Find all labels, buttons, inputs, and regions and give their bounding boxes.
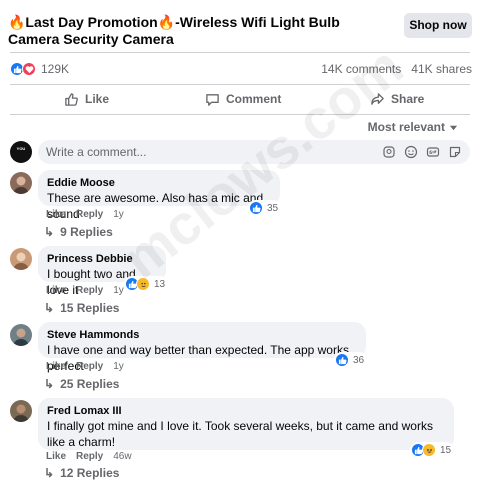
comment-reactions[interactable]: 36 bbox=[334, 352, 368, 368]
haha-reaction-icon bbox=[422, 443, 436, 457]
caret-down-icon bbox=[449, 125, 458, 130]
comment-like-link[interactable]: Like bbox=[46, 361, 66, 372]
view-replies-button[interactable]: ↳ 25 Replies bbox=[44, 377, 119, 391]
replies-count: 9 Replies bbox=[60, 225, 113, 239]
comment-timestamp[interactable]: 1y bbox=[113, 209, 124, 220]
comment-button[interactable]: Comment bbox=[205, 86, 281, 112]
comment-reply-link[interactable]: Reply bbox=[76, 361, 103, 372]
comment-label: Comment bbox=[226, 92, 282, 106]
shares-count[interactable]: 41K shares bbox=[411, 62, 472, 76]
comment-like-link[interactable]: Like bbox=[46, 209, 66, 220]
post-action-bar: Like Comment Share bbox=[10, 86, 470, 112]
comment-author[interactable]: Steve Hammonds bbox=[47, 328, 357, 342]
like-button[interactable]: Like bbox=[64, 86, 109, 112]
reaction-count: 35 bbox=[267, 202, 279, 214]
share-button[interactable]: Share bbox=[370, 86, 424, 112]
comment-bubble-icon bbox=[206, 93, 219, 106]
comment-reply-link[interactable]: Reply bbox=[76, 209, 103, 220]
sort-dropdown[interactable]: Most relevant bbox=[368, 120, 458, 134]
reaction-count[interactable]: 129K bbox=[41, 62, 69, 76]
comment-meta: Like Reply 46w bbox=[46, 451, 132, 462]
comment-author[interactable]: Fred Lomax III bbox=[47, 404, 445, 418]
comment-meta: Like Reply 1y bbox=[46, 361, 124, 372]
commenter-avatar[interactable] bbox=[10, 324, 32, 346]
comment-composer bbox=[38, 140, 470, 164]
sort-label: Most relevant bbox=[367, 120, 445, 134]
comment-timestamp[interactable]: 1y bbox=[113, 285, 124, 296]
comment-bubble: Steve Hammonds I have one and way better… bbox=[38, 322, 366, 373]
replies-count: 15 Replies bbox=[60, 301, 120, 315]
reply-arrow-icon: ↳ bbox=[44, 301, 55, 315]
emoji-icon[interactable] bbox=[404, 145, 418, 159]
comment-meta: Like Reply 1y bbox=[46, 285, 124, 296]
reaction-count: 36 bbox=[353, 354, 365, 366]
love-reaction-icon bbox=[22, 62, 36, 76]
comment-bubble: Eddie Moose These are awesome. Also has … bbox=[38, 170, 280, 221]
comment-meta: Like Reply 1y bbox=[46, 209, 124, 220]
comment-author[interactable]: Princess Debbie bbox=[47, 252, 157, 266]
like-reaction-icon bbox=[249, 201, 263, 215]
reaction-count: 15 bbox=[440, 444, 452, 456]
avatar-sticker-icon[interactable] bbox=[382, 145, 396, 159]
comment-author[interactable]: Eddie Moose bbox=[47, 176, 271, 190]
sticker-icon[interactable] bbox=[448, 145, 462, 159]
comment-bubble: Fred Lomax III I finally got mine and I … bbox=[38, 398, 454, 450]
commenter-avatar[interactable] bbox=[10, 172, 32, 194]
comment-like-link[interactable]: Like bbox=[46, 451, 66, 462]
reaction-stats: 129K 14K comments 41K shares bbox=[10, 60, 472, 78]
view-replies-button[interactable]: ↳ 9 Replies bbox=[44, 225, 113, 239]
divider bbox=[10, 84, 470, 85]
comment-reply-link[interactable]: Reply bbox=[76, 285, 103, 296]
reply-arrow-icon: ↳ bbox=[44, 225, 55, 239]
avatar-logo-text: YOU bbox=[16, 146, 26, 151]
comment-input[interactable] bbox=[46, 140, 346, 164]
comment-like-link[interactable]: Like bbox=[46, 285, 66, 296]
reply-arrow-icon: ↳ bbox=[44, 377, 55, 391]
replies-count: 12 Replies bbox=[60, 466, 120, 480]
replies-count: 25 Replies bbox=[60, 377, 120, 391]
comment-text: I finally got mine and I love it. Took s… bbox=[47, 419, 433, 449]
comment-reactions[interactable]: 15 bbox=[410, 442, 455, 458]
comment-reactions[interactable]: 35 bbox=[248, 200, 282, 216]
commenter-avatar[interactable] bbox=[10, 248, 32, 270]
care-reaction-icon bbox=[136, 277, 150, 291]
post-title: 🔥Last Day Promotion🔥-Wireless Wifi Light… bbox=[8, 14, 340, 47]
comments-count[interactable]: 14K comments bbox=[321, 62, 401, 76]
comments-shares-count: 14K comments 41K shares bbox=[321, 62, 472, 76]
divider bbox=[10, 114, 470, 115]
comment-reply-link[interactable]: Reply bbox=[76, 451, 103, 462]
like-label: Like bbox=[85, 92, 110, 106]
comment-reactions[interactable]: 13 bbox=[124, 276, 169, 292]
comment-timestamp[interactable]: 46w bbox=[113, 451, 131, 462]
thumbs-up-icon bbox=[65, 92, 78, 106]
reply-arrow-icon: ↳ bbox=[44, 466, 55, 480]
current-user-avatar[interactable]: YOU bbox=[10, 141, 32, 163]
reaction-count: 13 bbox=[154, 278, 166, 290]
commenter-avatar[interactable] bbox=[10, 400, 32, 422]
shop-now-button[interactable]: Shop now bbox=[404, 13, 472, 38]
composer-icons bbox=[382, 145, 462, 159]
comment-timestamp[interactable]: 1y bbox=[113, 361, 124, 372]
view-replies-button[interactable]: ↳ 12 Replies bbox=[44, 466, 119, 480]
gif-icon[interactable] bbox=[426, 145, 440, 159]
share-arrow-icon bbox=[371, 92, 384, 105]
share-label: Share bbox=[391, 92, 425, 106]
reaction-icons[interactable] bbox=[10, 62, 40, 76]
view-replies-button[interactable]: ↳ 15 Replies bbox=[44, 301, 119, 315]
like-reaction-icon bbox=[335, 353, 349, 367]
divider bbox=[10, 52, 470, 53]
